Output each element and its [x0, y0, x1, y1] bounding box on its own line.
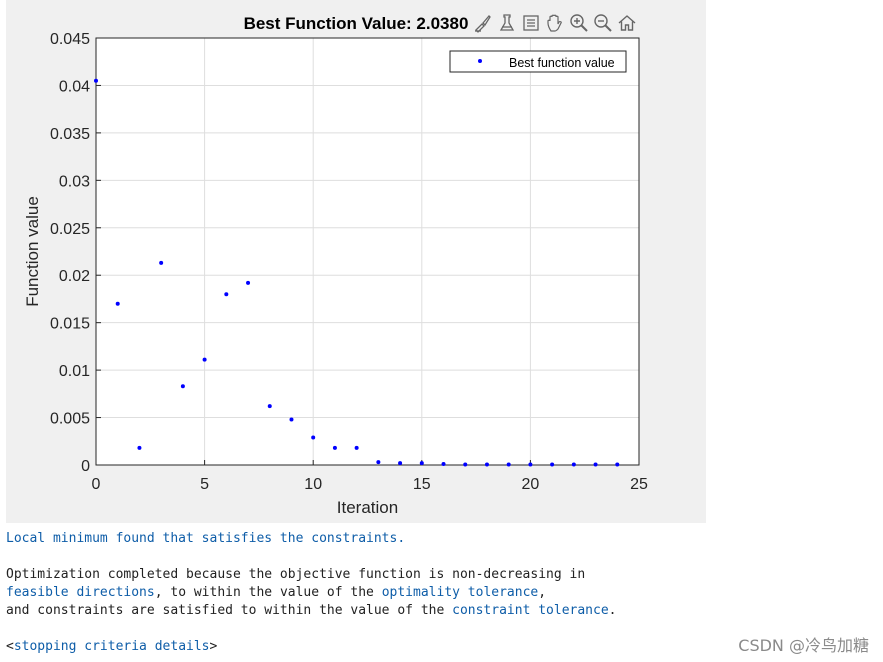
y-tick-label: 0 — [81, 458, 90, 475]
legend-marker — [478, 59, 482, 63]
home-icon[interactable] — [616, 12, 638, 34]
data-point — [159, 260, 164, 265]
result-message: Local minimum found that satisfies the c… — [6, 530, 866, 548]
y-tick-label: 0.03 — [59, 173, 90, 190]
y-tick-label: 0.015 — [50, 316, 90, 333]
zoom-out-icon[interactable] — [592, 12, 614, 34]
x-tick-label: 5 — [200, 476, 209, 493]
y-axis-label: Function value — [23, 196, 42, 307]
x-tick-label: 25 — [630, 476, 648, 493]
y-tick-label: 0.04 — [59, 78, 90, 95]
data-point — [571, 462, 576, 467]
plot-area: 0 5 10 15 20 25 0 0.005 0.01 0.015 0.02 0.025 0.03 0.… — [23, 14, 648, 517]
data-point — [289, 417, 294, 422]
stopping-criteria-link[interactable]: stopping criteria details — [14, 639, 210, 654]
data-point — [506, 462, 511, 467]
brush-icon[interactable] — [472, 12, 494, 34]
legend-label: Best function value — [509, 56, 615, 70]
constraint-tolerance-link[interactable]: constraint tolerance — [452, 603, 609, 618]
y-tick-label: 0.035 — [50, 126, 90, 143]
data-point — [94, 78, 98, 83]
data-point — [376, 460, 381, 465]
data-point — [115, 301, 120, 306]
y-tick-label: 0.045 — [50, 31, 90, 48]
data-point — [550, 462, 555, 467]
legend-icon[interactable] — [520, 12, 542, 34]
stopping-criteria-line: <stopping criteria details> — [6, 639, 218, 654]
data-point — [419, 461, 424, 466]
x-axis-label: Iteration — [337, 498, 398, 517]
axes-toolbar — [472, 10, 638, 36]
data-point — [332, 445, 337, 450]
data-point — [202, 357, 207, 362]
optimality-tolerance-link[interactable]: optimality tolerance — [382, 585, 539, 600]
data-tips-icon[interactable] — [496, 12, 518, 34]
data-point — [267, 404, 272, 409]
feasible-directions-link[interactable]: feasible directions — [6, 585, 155, 600]
explanation-line-2: feasible directions, to within the value… — [6, 585, 547, 600]
x-tick-label: 10 — [304, 476, 322, 493]
chart-title: Best Function Value: 2.0380 — [244, 14, 469, 33]
y-tick-label: 0.025 — [50, 221, 90, 238]
figure-panel: 0 5 10 15 20 25 0 0.005 0.01 0.015 0.02 0.025 0.03 0.… — [6, 0, 706, 523]
data-point — [180, 384, 185, 389]
pan-icon[interactable] — [544, 12, 566, 34]
explanation-line-1: Optimization completed because the objec… — [6, 567, 586, 582]
data-point — [246, 280, 251, 285]
data-point — [463, 462, 468, 467]
y-tick-label: 0.005 — [50, 411, 90, 428]
data-point — [484, 462, 489, 467]
command-window-output: Local minimum found that satisfies the c… — [6, 530, 866, 656]
data-point — [311, 435, 316, 440]
axes-background — [96, 38, 639, 465]
x-tick-label: 20 — [522, 476, 540, 493]
zoom-in-icon[interactable] — [568, 12, 590, 34]
data-point — [224, 292, 229, 297]
local-minimum-link[interactable]: Local minimum found that satisfies the c… — [6, 531, 405, 546]
watermark: CSDN @冷鸟加糖 — [738, 636, 869, 655]
x-tick-label: 0 — [92, 476, 101, 493]
data-point — [593, 462, 598, 467]
data-point — [398, 461, 403, 466]
y-tick-label: 0.01 — [59, 363, 90, 380]
data-point — [528, 462, 533, 467]
data-point — [615, 462, 620, 467]
explanation-line-3: and constraints are satisfied to within … — [6, 603, 617, 618]
y-tick-label: 0.02 — [59, 268, 90, 285]
data-point — [441, 462, 446, 467]
data-point — [354, 445, 359, 450]
x-tick-label: 15 — [413, 476, 431, 493]
data-point — [137, 445, 142, 450]
